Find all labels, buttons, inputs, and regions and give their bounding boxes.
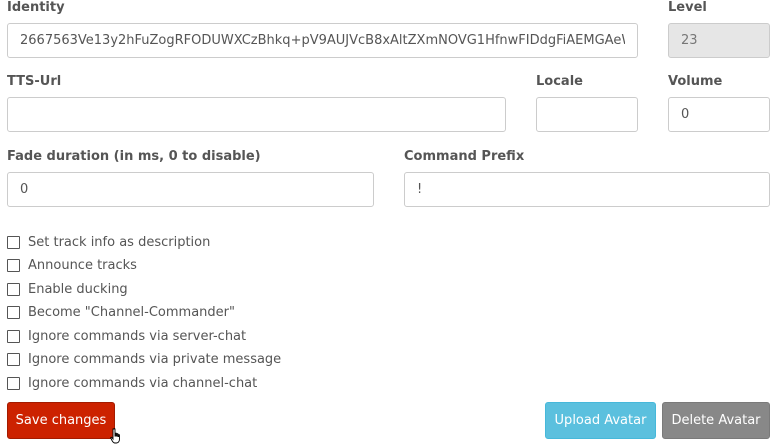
save-changes-button[interactable]: Save changes bbox=[7, 402, 115, 439]
fade-duration-value: 0 bbox=[20, 182, 29, 197]
checkbox[interactable] bbox=[7, 376, 20, 390]
locale-label: Locale bbox=[536, 74, 583, 89]
command-prefix-value: ! bbox=[417, 182, 423, 197]
option-ignore-private-message[interactable]: Ignore commands via private message bbox=[7, 350, 281, 368]
option-label: Enable ducking bbox=[28, 281, 128, 297]
command-prefix-label: Command Prefix bbox=[404, 149, 525, 164]
option-announce-tracks[interactable]: Announce tracks bbox=[7, 256, 137, 274]
checkbox[interactable] bbox=[7, 352, 20, 366]
volume-label: Volume bbox=[668, 74, 723, 89]
checkbox[interactable] bbox=[7, 305, 20, 319]
option-label: Set track info as description bbox=[28, 234, 211, 250]
level-input: 23 bbox=[668, 23, 770, 58]
option-label: Ignore commands via channel-chat bbox=[28, 375, 258, 391]
level-value: 23 bbox=[681, 33, 698, 48]
locale-input[interactable] bbox=[536, 97, 638, 132]
tts-url-label: TTS-Url bbox=[7, 74, 62, 89]
volume-value: 0 bbox=[681, 107, 690, 122]
bot-settings-form: Identity 2667563Ve13y2hFuZogRFODUWXCzBhk… bbox=[0, 0, 777, 444]
identity-value: 2667563Ve13y2hFuZogRFODUWXCzBhkq+pV9AUJV… bbox=[20, 33, 625, 48]
fade-duration-label: Fade duration (in ms, 0 to disable) bbox=[7, 149, 261, 164]
option-label: Ignore commands via private message bbox=[28, 351, 282, 367]
option-ignore-channel-chat[interactable]: Ignore commands via channel-chat bbox=[7, 374, 257, 392]
level-label: Level bbox=[668, 0, 707, 15]
fade-duration-input[interactable]: 0 bbox=[7, 172, 374, 207]
tts-url-input[interactable] bbox=[7, 97, 506, 132]
option-channel-commander[interactable]: Become "Channel-Commander" bbox=[7, 303, 235, 321]
checkbox[interactable] bbox=[7, 282, 20, 296]
identity-label: Identity bbox=[7, 0, 65, 15]
volume-input[interactable]: 0 bbox=[668, 97, 770, 132]
checkbox[interactable] bbox=[7, 329, 20, 343]
option-track-info-description[interactable]: Set track info as description bbox=[7, 233, 210, 251]
checkbox[interactable] bbox=[7, 258, 20, 272]
command-prefix-input[interactable]: ! bbox=[404, 172, 770, 207]
upload-avatar-button[interactable]: Upload Avatar bbox=[545, 402, 656, 439]
hand-cursor-icon bbox=[110, 428, 120, 444]
option-label: Become "Channel-Commander" bbox=[28, 304, 235, 320]
delete-avatar-button[interactable]: Delete Avatar bbox=[662, 402, 770, 439]
option-label: Ignore commands via server-chat bbox=[28, 328, 247, 344]
option-label: Announce tracks bbox=[28, 257, 137, 273]
option-enable-ducking[interactable]: Enable ducking bbox=[7, 280, 128, 298]
checkbox[interactable] bbox=[7, 235, 20, 249]
option-ignore-server-chat[interactable]: Ignore commands via server-chat bbox=[7, 327, 246, 345]
identity-input[interactable]: 2667563Ve13y2hFuZogRFODUWXCzBhkq+pV9AUJV… bbox=[7, 23, 638, 58]
